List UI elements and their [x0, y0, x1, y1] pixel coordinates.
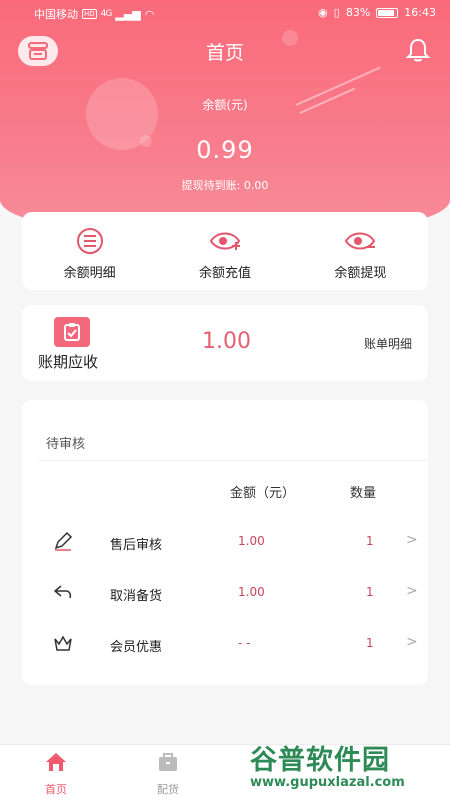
home-icon	[46, 753, 66, 771]
row-amount: 1.00	[238, 534, 265, 548]
review-row-cancel-stock[interactable]: 取消备货 1.00 1 >	[22, 573, 428, 613]
eye-comfort-icon: ◉	[318, 6, 328, 19]
section-title: 待审核	[46, 437, 86, 452]
tab-label: 首页	[45, 783, 67, 796]
clipboard-check-glyph	[64, 323, 80, 341]
chevron-right-icon: >	[406, 634, 418, 650]
column-header-amount: 金额（元）	[230, 486, 296, 501]
clock: 16:43	[404, 6, 436, 19]
balance-recharge-button[interactable]: 余额充值	[157, 212, 292, 290]
column-header-quantity: 数量	[350, 486, 377, 501]
row-amount: 1.00	[238, 585, 265, 599]
row-amount: - -	[238, 636, 251, 650]
pending-review-card: 待审核 金额（元） 数量 售后审核 1.00 1 > 取消备货 1.00 1 >…	[22, 400, 428, 685]
status-bar: 中国移动 HD 4G ▂▄▆ ◠ ◉ ▯ 83% 16:43	[0, 0, 450, 26]
bell-icon[interactable]	[404, 36, 432, 64]
vibrate-icon: ▯	[333, 6, 340, 19]
balance-actions-card: 余额明细 余额充值 余额提现	[22, 212, 428, 290]
wifi-icon: ◠	[144, 7, 155, 21]
receivable-label: 账期应收	[38, 353, 99, 371]
nav-bar: 首页	[0, 30, 450, 70]
row-name: 售后审核	[110, 538, 163, 553]
battery-icon	[376, 7, 399, 18]
page-title: 首页	[205, 42, 244, 64]
bill-detail-link[interactable]: 账单明细	[364, 335, 412, 352]
watermark-title: 谷普软件园	[250, 745, 390, 776]
action-label: 余额充值	[198, 266, 251, 281]
watermark: 谷普软件园 www.gupuxlazal.com	[250, 738, 446, 796]
balance-withdraw-button[interactable]: 余额提现	[293, 212, 428, 290]
review-row-member-discount[interactable]: 会员优惠 - - 1 >	[22, 624, 428, 664]
carrier-name: 中国移动	[34, 8, 78, 21]
receivable-value: 1.00	[202, 329, 251, 354]
bag-icon	[159, 753, 177, 771]
receivable-card[interactable]: 账期应收 1.00 账单明细	[22, 305, 428, 381]
hd-badge: HD	[82, 9, 97, 19]
action-label: 余额提现	[334, 266, 387, 281]
balance-detail-button[interactable]: 余额明细	[22, 212, 157, 290]
chevron-right-icon: >	[406, 532, 418, 548]
pending-withdrawal: 提现待到账: 0.00	[181, 179, 269, 192]
tab-home[interactable]: 首页	[26, 751, 86, 797]
row-quantity: 1	[366, 534, 374, 548]
chevron-right-icon: >	[406, 583, 418, 599]
eye-minus-icon	[345, 232, 376, 250]
balance-label: 余额(元)	[202, 98, 248, 112]
pen-icon	[54, 531, 73, 551]
tab-label: 配货	[157, 783, 179, 796]
battery-percent: 83%	[345, 6, 371, 19]
list-icon	[76, 228, 103, 254]
clipboard-check-icon	[54, 317, 90, 347]
row-name: 取消备货	[110, 589, 163, 604]
divider	[38, 460, 428, 461]
crown-icon	[54, 635, 72, 651]
network-type: 4G	[100, 9, 113, 19]
balance-value: 0.99	[196, 136, 254, 164]
review-row-after-sale[interactable]: 售后审核 1.00 1 >	[22, 522, 428, 562]
return-icon	[53, 585, 72, 599]
signal-icon: ▂▄▆	[115, 7, 141, 21]
row-name: 会员优惠	[110, 640, 163, 655]
watermark-url: www.gupuxlazal.com	[250, 775, 405, 790]
tab-distribution[interactable]: 配货	[138, 751, 198, 797]
row-quantity: 1	[366, 636, 374, 650]
row-quantity: 1	[366, 585, 374, 599]
action-label: 余额明细	[63, 266, 116, 281]
eye-plus-icon	[209, 232, 241, 250]
